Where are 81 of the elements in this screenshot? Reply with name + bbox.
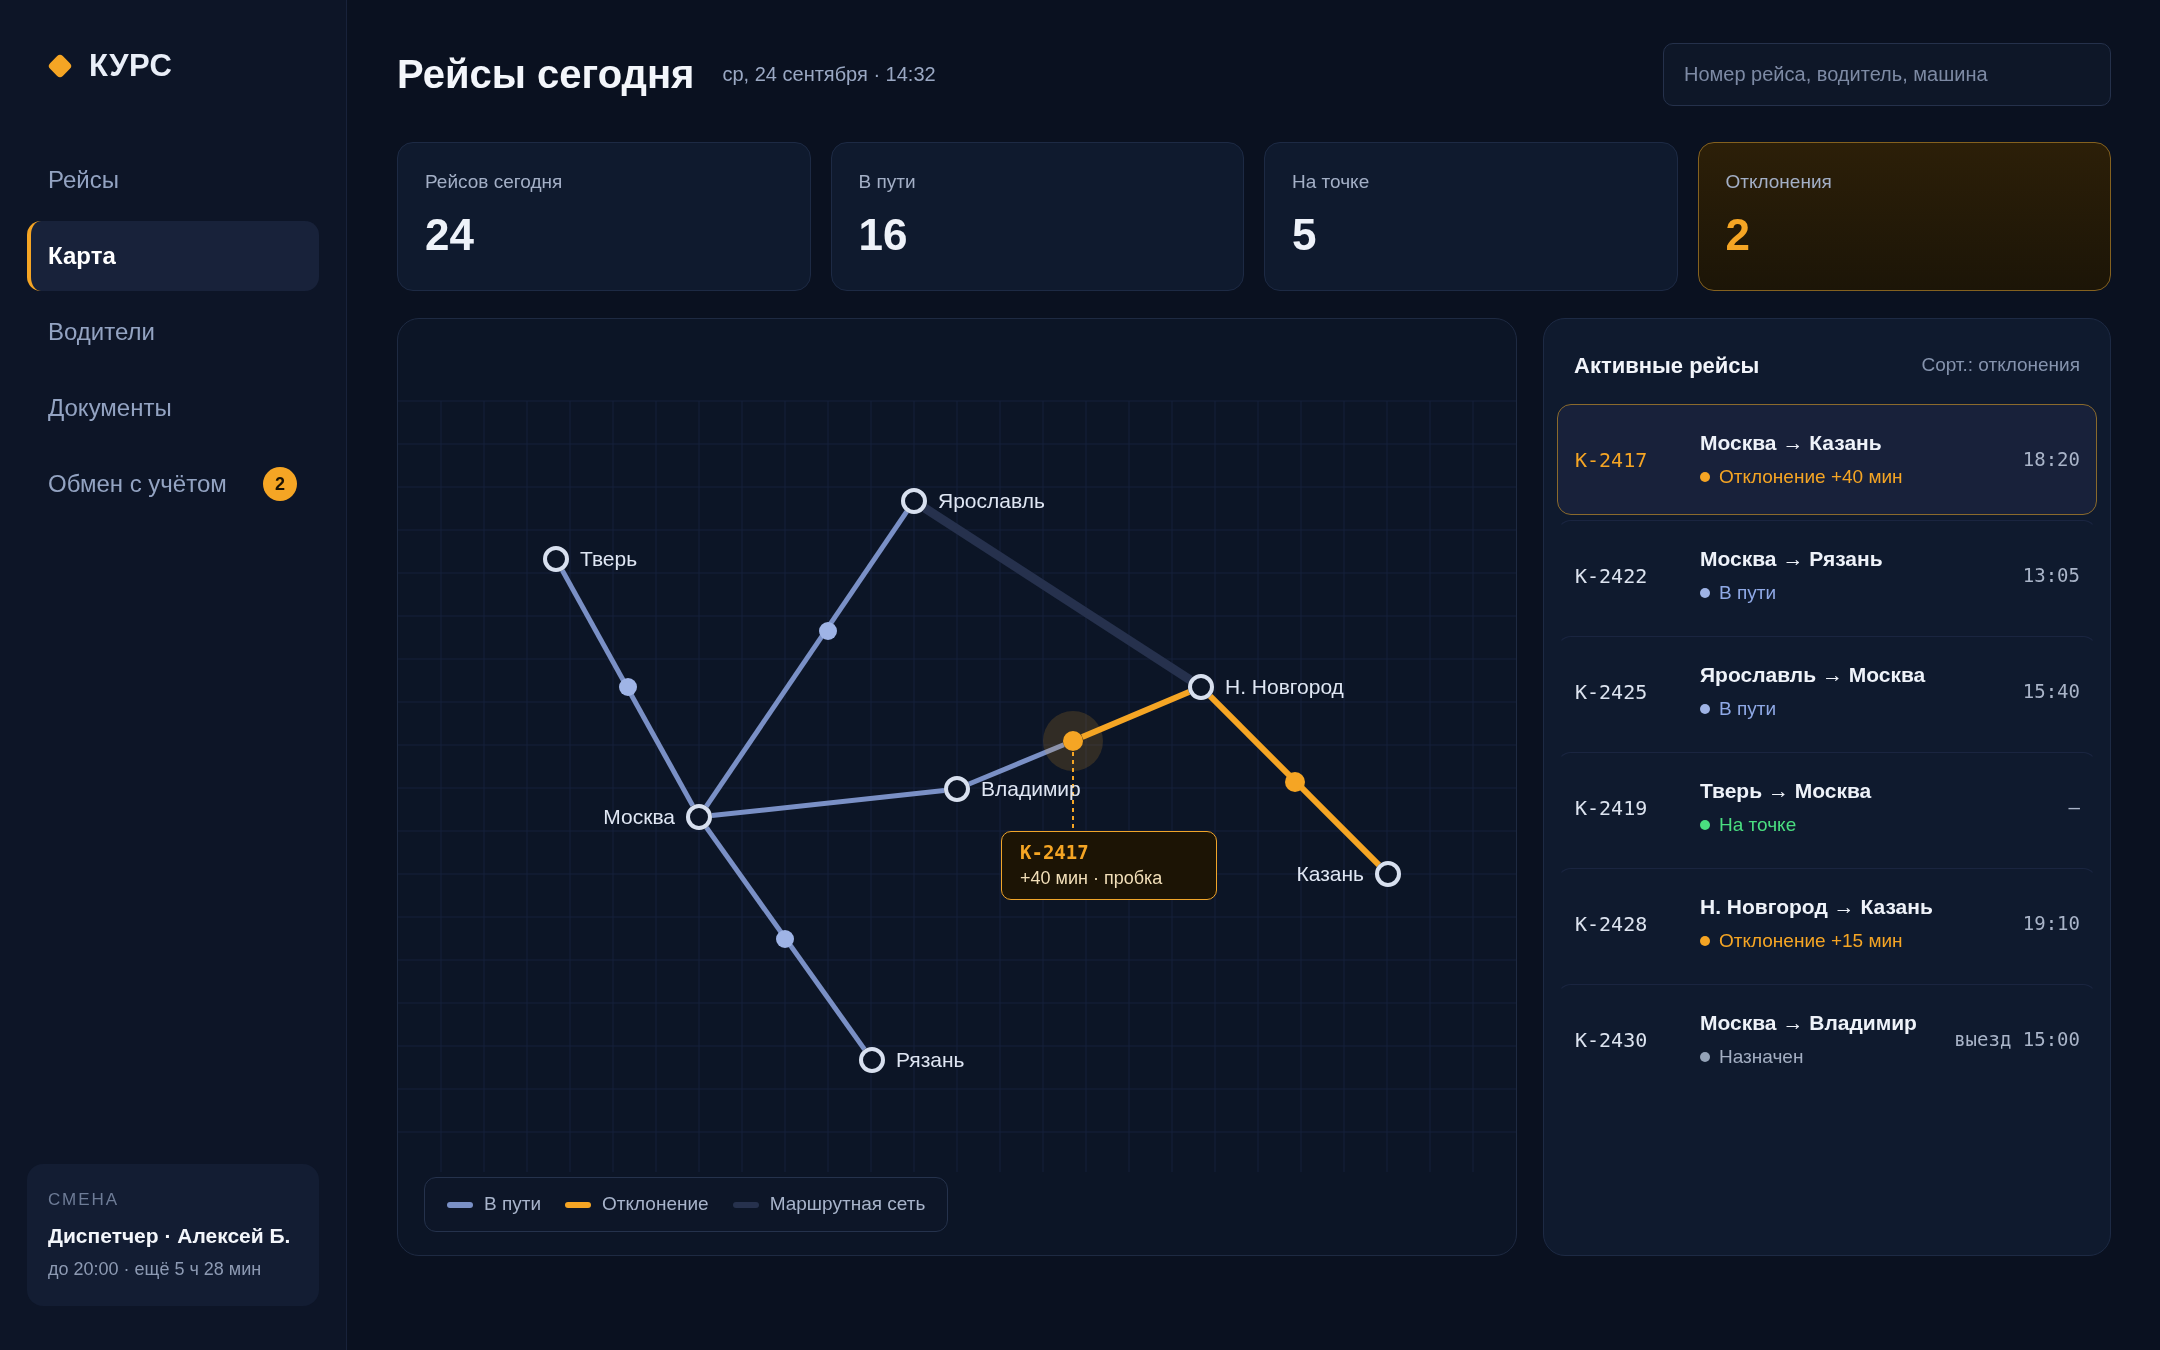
stat-value: 2 [1725,210,1751,260]
trip-id: К-2417 [1575,446,1649,474]
city-marker [944,776,970,802]
trip-route: Москва → Владимир [1700,1010,1918,1036]
nav-item[interactable]: Карта [27,221,319,291]
stat-value: 24 [425,210,475,260]
trip-time: 18:20 [2022,447,2080,473]
trip-route: Тверь → Москва [1700,778,1873,804]
nav-item[interactable]: Обмен с учётом 2 [27,449,319,519]
trip-route: Москва → Казань [1700,430,1883,456]
trip-route: Н. Новгород → Казань [1700,894,1934,920]
stat-label: Рейсов сегодня [425,170,564,194]
page-title: Рейсы сегодня [397,51,695,98]
line-swatch-icon [447,1201,473,1208]
trip-time: выезд 15:00 [1954,1027,2080,1053]
legend-label: В пути [484,1192,542,1217]
status-dot-icon [1700,588,1710,599]
trip-row[interactable]: К-2417 Москва → Казань Отклонение +40 мин 18:20 [1557,404,2097,515]
line-swatch-icon [565,1201,592,1208]
status-text: Отклонение +15 мин [1719,929,1903,953]
trip-row[interactable]: К-2430 Москва → Владимир Назначен выезд 15:00 [1557,984,2097,1095]
city-marker [543,546,569,572]
status-text: Назначен [1719,1045,1804,1069]
count-badge: 2 [263,467,297,501]
trip-route: Москва → Рязань [1700,546,1884,572]
shift-time: до 20:00 · ещё 5 ч 28 мин [48,1257,263,1281]
trip-row[interactable]: К-2428 Н. Новгород → Казань Отклонение +15 мин 19:10 [1557,868,2097,979]
city-marker [686,804,712,830]
line-swatch-icon [732,1201,759,1208]
shift-name: Диспетчер · Алексей Б. [48,1223,292,1250]
status-dot-icon [1700,820,1710,831]
trip-id: К-2425 [1575,678,1649,706]
legend-label: Отклонение [602,1192,709,1217]
stat-label: Отклонения [1725,170,1833,194]
trip-row[interactable]: К-2425 Ярославль → Москва В пути 15:40 [1557,636,2097,747]
trip-id: К-2419 [1575,794,1649,822]
status-dot-icon [1700,936,1710,947]
panel-title: Активные рейсы [1574,351,1760,380]
city-marker [859,1047,885,1073]
stat-label: На точке [1292,170,1371,194]
trip-id: К-2428 [1575,910,1649,938]
shift-label: СМЕНА [48,1189,121,1212]
trip-route: Ярославль → Москва [1700,662,1927,688]
search-field[interactable]: Номер рейса, водитель, машина [1663,42,2111,106]
nav-item[interactable]: Документы [27,373,319,443]
trip-time: – [2068,795,2080,821]
trip-time: 19:10 [2022,911,2080,937]
trip-row[interactable]: К-2422 Москва → Рязань В пути 13:05 [1557,520,2097,631]
city-label: Казань [1296,862,1364,885]
status-text: В пути [1719,581,1777,605]
city-marker [1188,674,1214,700]
stat-value: 16 [858,210,909,260]
city-label: Москва [603,805,675,828]
tooltip-note: +40 мин · пробка [1020,866,1164,890]
status-dot-icon [1700,472,1710,483]
city-label: Рязань [896,1048,965,1071]
trip-row[interactable]: К-2419 Тверь → Москва На точке – [1557,752,2097,863]
nav-item[interactable]: Рейсы [27,145,319,215]
sort-control[interactable]: Сорт.: отклонения [1921,350,2080,380]
city-label: Владимир [981,777,1081,800]
stat-value: 5 [1292,210,1318,260]
status-text: Отклонение +40 мин [1719,465,1903,489]
logo-text: КУРС [89,46,173,85]
nav-item[interactable]: Водители [27,297,319,367]
city-marker [901,488,927,514]
trip-time: 15:40 [2022,679,2080,705]
trip-id: К-2422 [1575,562,1649,590]
trip-time: 13:05 [2022,563,2080,589]
city-label: Тверь [580,547,638,570]
status-text: В пути [1719,697,1777,721]
city-label: Ярославль [938,489,1045,512]
tooltip-trip-id: К-2417 [1020,840,1090,865]
status-dot-icon [1700,704,1710,715]
status-text: На точке [1719,813,1797,837]
date-text: ср, 24 сентября · 14:32 [722,62,936,87]
trip-id: К-2430 [1575,1026,1649,1054]
city-marker [1375,861,1401,887]
city-label: Н. Новгород [1225,675,1344,698]
legend-label: Маршрутная сеть [769,1192,926,1217]
status-dot-icon [1700,1052,1710,1063]
stat-label: В пути [858,170,917,194]
